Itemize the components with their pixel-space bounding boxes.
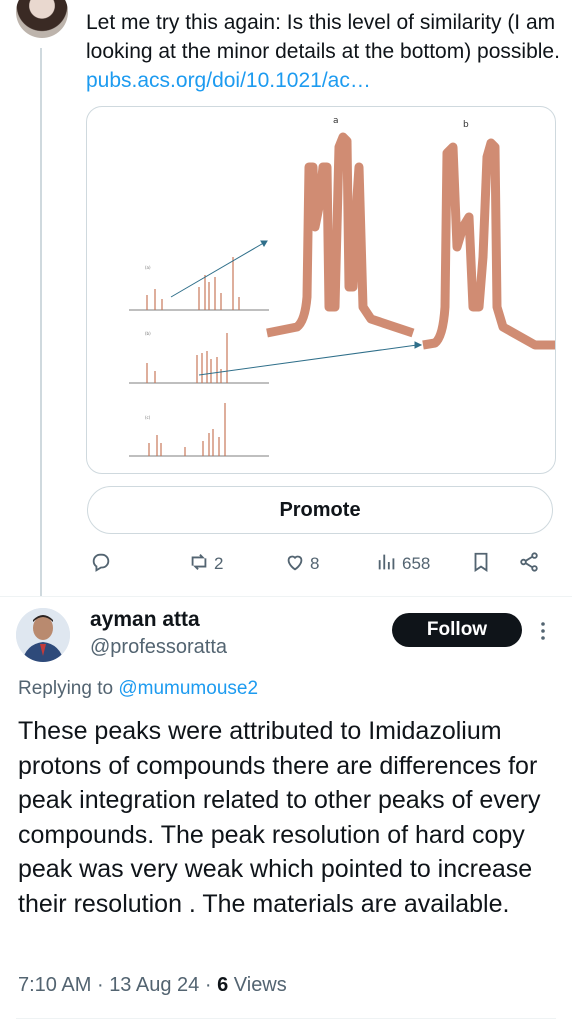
bookmark-button[interactable] xyxy=(470,548,492,580)
meta-separator: · xyxy=(204,974,212,996)
views-count: 658 xyxy=(402,554,431,573)
svg-text:(c): (c) xyxy=(145,415,151,420)
replying-to: Replying to @mumumouse2 xyxy=(18,678,258,700)
reply-text: These peaks were attributed to Imidazoli… xyxy=(18,717,541,918)
tweet-body: Let me try this again: Is this level of … xyxy=(86,11,560,63)
reply-icon xyxy=(90,551,112,578)
views-button[interactable]: 658 xyxy=(376,548,430,580)
tweet-image[interactable]: (a) (b) (c) a b xyxy=(86,106,556,474)
follow-button[interactable]: Follow xyxy=(392,613,522,647)
panel-label-b: b xyxy=(463,120,469,130)
panel-label-a: a xyxy=(333,116,339,126)
heart-icon xyxy=(284,551,306,578)
like-button[interactable]: 8 xyxy=(284,548,319,580)
nmr-comparison-figure: (a) (b) (c) a b xyxy=(129,116,555,457)
tweet-link[interactable]: pubs.acs.org/doi/10.1021/ac… xyxy=(86,69,371,92)
thread-line xyxy=(40,48,42,596)
retweet-count: 2 xyxy=(214,554,224,573)
reply-author-name[interactable]: ayman atta xyxy=(90,608,200,632)
svg-text:(b): (b) xyxy=(145,331,151,336)
more-options-icon[interactable] xyxy=(537,620,549,642)
views-icon xyxy=(376,551,398,578)
reply-date[interactable]: 13 Aug 24 xyxy=(109,974,199,996)
reply-author-handle[interactable]: @professoratta xyxy=(90,636,227,659)
tweet-actions: 2 8 658 xyxy=(86,548,556,580)
bookmark-icon xyxy=(470,551,492,578)
meta-separator: · xyxy=(96,974,104,996)
replying-mention[interactable]: @mumumouse2 xyxy=(118,678,258,699)
like-count: 8 xyxy=(310,554,320,573)
share-icon xyxy=(518,551,540,578)
retweet-icon xyxy=(188,551,210,578)
reply-button[interactable] xyxy=(90,548,116,580)
reply-meta: 7:10 AM · 13 Aug 24 · 6 Views xyxy=(18,974,287,997)
retweet-button[interactable]: 2 xyxy=(188,548,223,580)
share-button[interactable] xyxy=(518,548,540,580)
divider xyxy=(0,596,572,597)
divider xyxy=(16,1018,556,1019)
reply-views-count: 6 xyxy=(217,974,229,996)
reply-author-avatar[interactable] xyxy=(16,608,70,662)
tweet-text: Let me try this again: Is this level of … xyxy=(86,8,560,95)
reply-views-label: Views xyxy=(233,974,287,996)
svg-text:(a): (a) xyxy=(145,265,151,270)
promote-button[interactable]: Promote xyxy=(87,486,553,534)
author-avatar[interactable] xyxy=(16,0,68,38)
reply-time[interactable]: 7:10 AM xyxy=(18,974,91,996)
replying-prefix: Replying to xyxy=(18,678,114,699)
